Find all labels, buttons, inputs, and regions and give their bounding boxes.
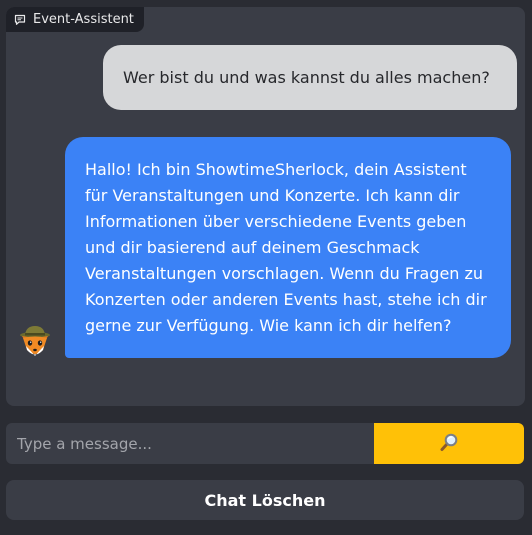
chat-panel: Event-Assistent Wer bist du und was kann… [6, 7, 525, 406]
chat-label: Event-Assistent [6, 7, 144, 32]
user-message-text: Wer bist du und was kannst du alles mach… [123, 68, 490, 87]
user-message: Wer bist du und was kannst du alles mach… [103, 45, 517, 110]
fox-detective-avatar [16, 323, 54, 361]
bot-message-text: Hallo! Ich bin ShowtimeSherlock, dein As… [85, 160, 487, 335]
send-button[interactable] [374, 423, 524, 464]
bot-message: Hallo! Ich bin ShowtimeSherlock, dein As… [65, 137, 511, 358]
magnifying-glass-icon [439, 432, 459, 455]
clear-chat-label: Chat Löschen [204, 490, 326, 510]
message-input[interactable] [6, 423, 374, 464]
clear-chat-button[interactable]: Chat Löschen [6, 480, 524, 520]
chat-label-text: Event-Assistent [33, 12, 134, 27]
message-input-row [6, 423, 524, 464]
chat-bubble-icon [14, 14, 26, 26]
